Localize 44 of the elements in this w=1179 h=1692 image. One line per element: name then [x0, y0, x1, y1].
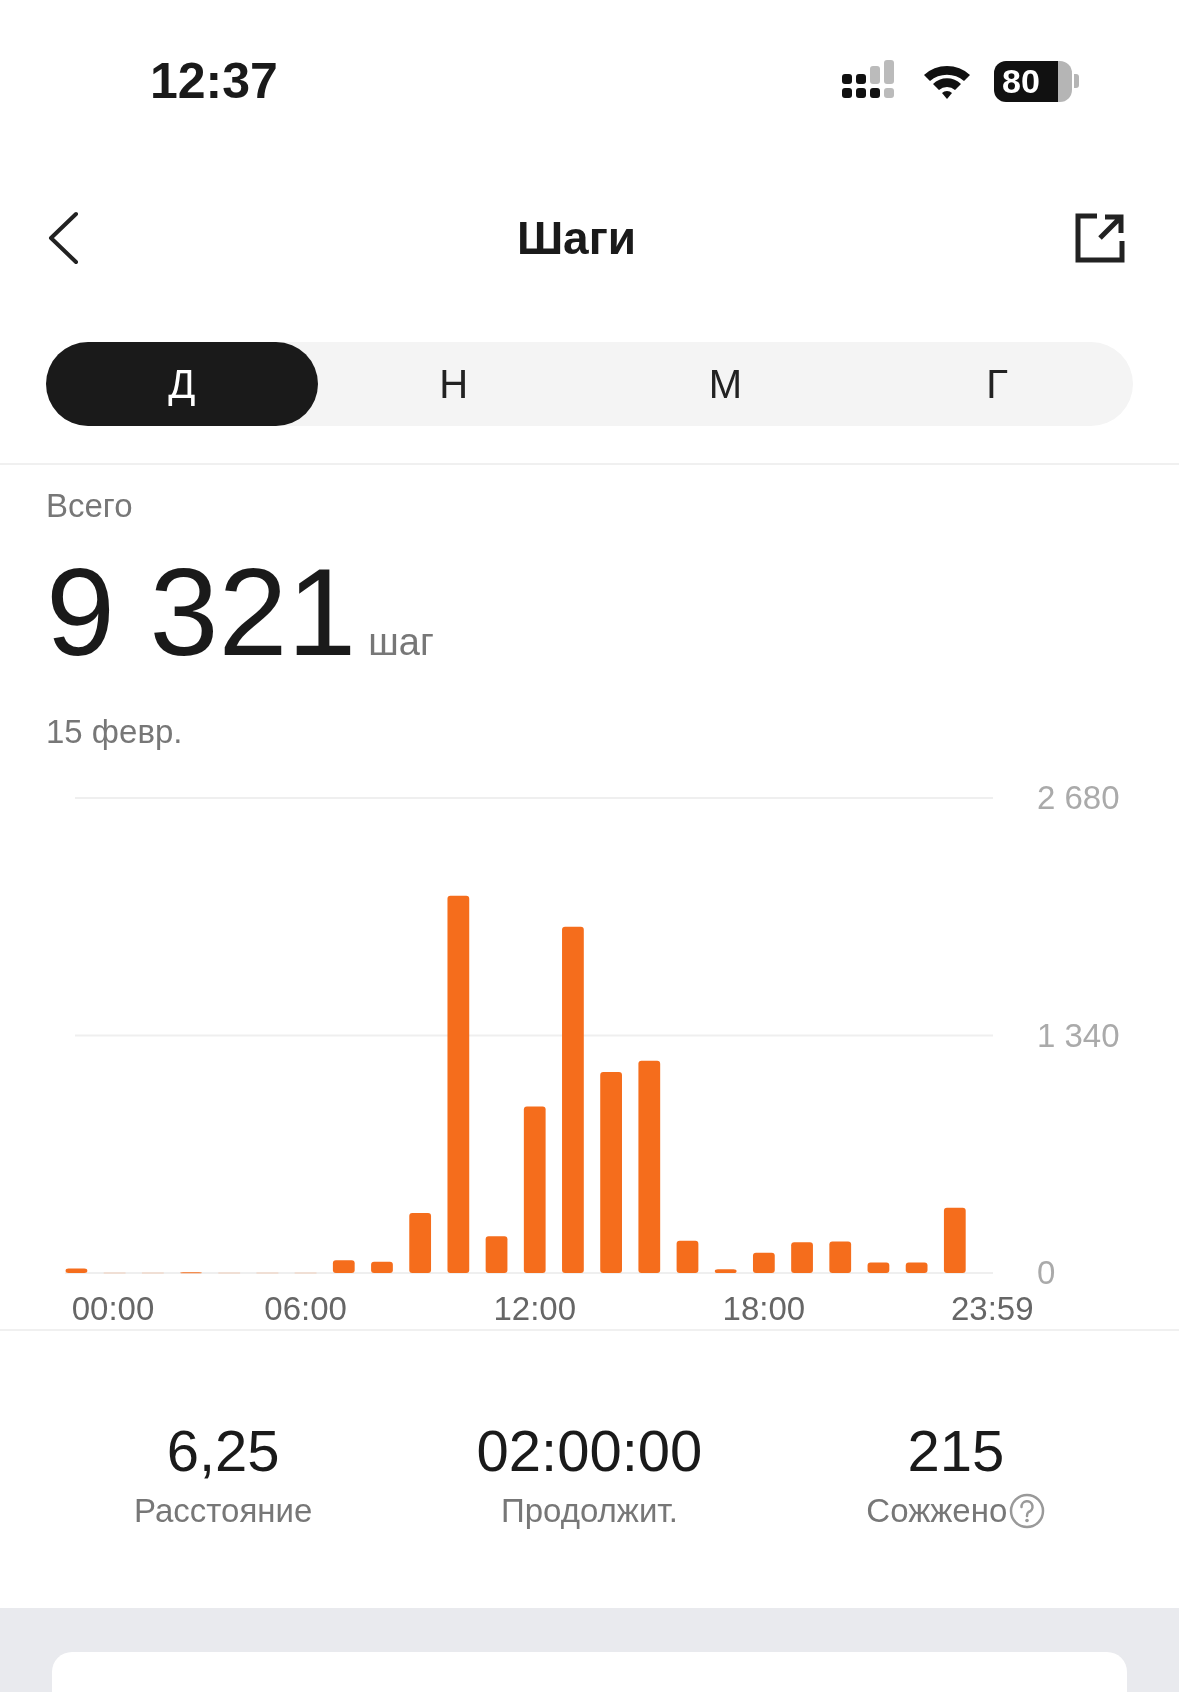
step-bar: [65, 1268, 88, 1273]
step-bar: [905, 1262, 928, 1273]
period-tab[interactable]: Д: [46, 342, 318, 426]
period-tab[interactable]: Н: [317, 342, 590, 426]
help-icon[interactable]: [1009, 1492, 1046, 1529]
total-label: Всего: [46, 486, 134, 525]
step-bar: [218, 1271, 241, 1274]
x-axis-label: 00:00: [71, 1289, 155, 1325]
x-axis-label: 12:00: [493, 1289, 577, 1325]
steps-total: 9 321: [46, 546, 357, 677]
period-tab[interactable]: Г: [861, 342, 1133, 426]
step-bar: [676, 1240, 699, 1273]
step-bar: [867, 1262, 890, 1273]
step-bar: [714, 1269, 737, 1273]
step-bar: [256, 1271, 279, 1274]
stat-value: 6,25: [166, 1416, 280, 1484]
stat-value: 02:00:00: [476, 1416, 703, 1484]
stat-label: Сожжено: [866, 1491, 1008, 1530]
y-axis-label: 0: [1037, 1253, 1056, 1291]
y-axis-label: 1 340: [1037, 1016, 1120, 1054]
step-bar: [409, 1212, 432, 1273]
step-bar: [791, 1242, 813, 1273]
step-bar: [103, 1271, 126, 1274]
status-time: 12:37: [150, 52, 278, 111]
x-axis-label: 18:00: [722, 1289, 806, 1325]
step-bar: [141, 1271, 164, 1274]
step-bar: [294, 1271, 317, 1274]
date-label: 15 февр.: [46, 712, 184, 751]
step-bar: [371, 1261, 393, 1273]
steps-unit: шаг: [368, 620, 434, 664]
stat-value: 215: [907, 1416, 1005, 1484]
step-bar: [332, 1259, 355, 1273]
step-bar: [753, 1252, 775, 1273]
x-axis-label: 23:59: [950, 1289, 1034, 1325]
back-button[interactable]: [46, 210, 80, 265]
step-bar: [829, 1241, 852, 1273]
stat-label: Продолжит.: [501, 1491, 678, 1530]
step-bar: [485, 1236, 508, 1273]
period-tab[interactable]: М: [589, 342, 862, 426]
page-title: Шаги: [516, 210, 637, 265]
step-bar: [943, 1207, 966, 1273]
x-axis-label: 06:00: [264, 1289, 347, 1325]
y-axis-label: 2 680: [1037, 784, 1120, 816]
stat-label: Расстояние: [134, 1491, 313, 1530]
